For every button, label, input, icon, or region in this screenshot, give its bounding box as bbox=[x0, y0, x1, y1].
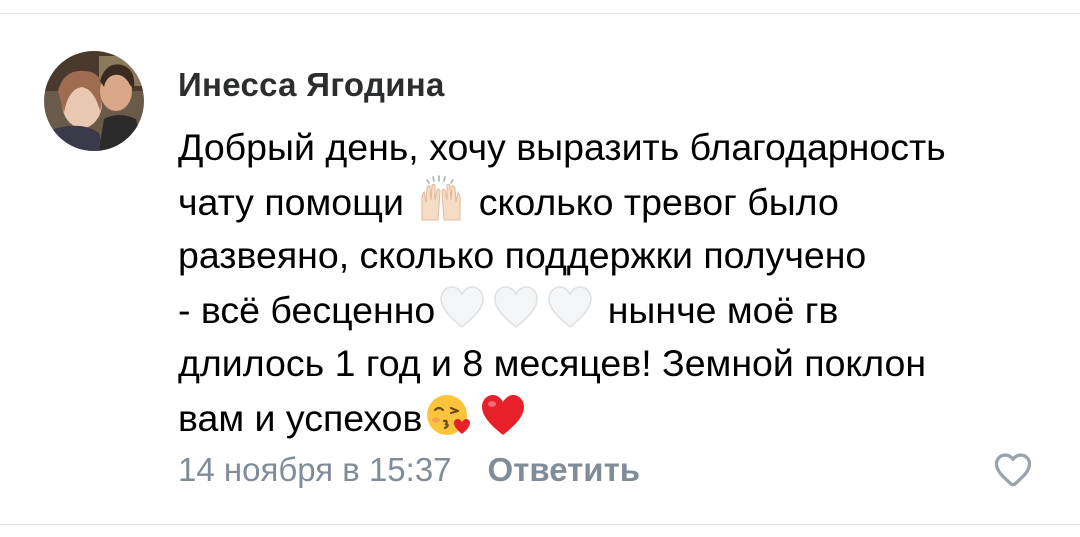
comment-text: Добрый день, хочу выразить благодарность… bbox=[178, 120, 1058, 444]
white-heart-emoji bbox=[545, 282, 595, 332]
avatar[interactable] bbox=[44, 51, 144, 151]
comment-line: чату помощи сколько тревог было bbox=[178, 174, 1058, 228]
comment-text-segment: - всё бесценно bbox=[178, 289, 436, 331]
raising-hands-emoji bbox=[416, 174, 466, 224]
white-heart-emoji bbox=[437, 282, 487, 332]
comment-text-segment: Добрый день, хочу выразить благодарность bbox=[178, 126, 946, 168]
reply-button[interactable]: Ответить bbox=[488, 451, 641, 489]
divider-bottom bbox=[0, 524, 1080, 525]
divider-top bbox=[0, 13, 1080, 14]
comment-line: длилось 1 год и 8 месяцев! Земной поклон bbox=[178, 336, 1058, 390]
comment-text-segment: вам и успехов bbox=[178, 397, 423, 439]
comment-text-segment: чату помощи bbox=[178, 181, 415, 223]
comment-line: Добрый день, хочу выразить благодарность bbox=[178, 120, 1058, 174]
heart-outline-icon[interactable] bbox=[991, 447, 1035, 491]
comment-line: вам и успехов bbox=[178, 390, 1058, 444]
comment-line: - всё бесценно нынче моё гв bbox=[178, 282, 1058, 336]
timestamp[interactable]: 14 ноября в 15:37 bbox=[178, 451, 452, 489]
comment-text-segment: длилось 1 год и 8 месяцев! Земной поклон bbox=[178, 342, 927, 384]
comment-meta: 14 ноября в 15:37 Ответить bbox=[178, 448, 640, 492]
comment-text-segment: развеяно, сколько поддержки получено bbox=[178, 234, 867, 276]
comment-text-segment: нынче моё гв bbox=[597, 289, 839, 331]
red-heart-emoji bbox=[478, 390, 528, 440]
author-name[interactable]: Инесса Ягодина bbox=[178, 66, 445, 104]
comment-card: Инесса Ягодина Добрый день, хочу выразит… bbox=[0, 0, 1080, 537]
kissing-face-emoji bbox=[424, 390, 474, 440]
white-heart-emoji bbox=[491, 282, 541, 332]
comment-text-segment: сколько тревог было bbox=[468, 181, 839, 223]
comment-line: развеяно, сколько поддержки получено bbox=[178, 228, 1058, 282]
